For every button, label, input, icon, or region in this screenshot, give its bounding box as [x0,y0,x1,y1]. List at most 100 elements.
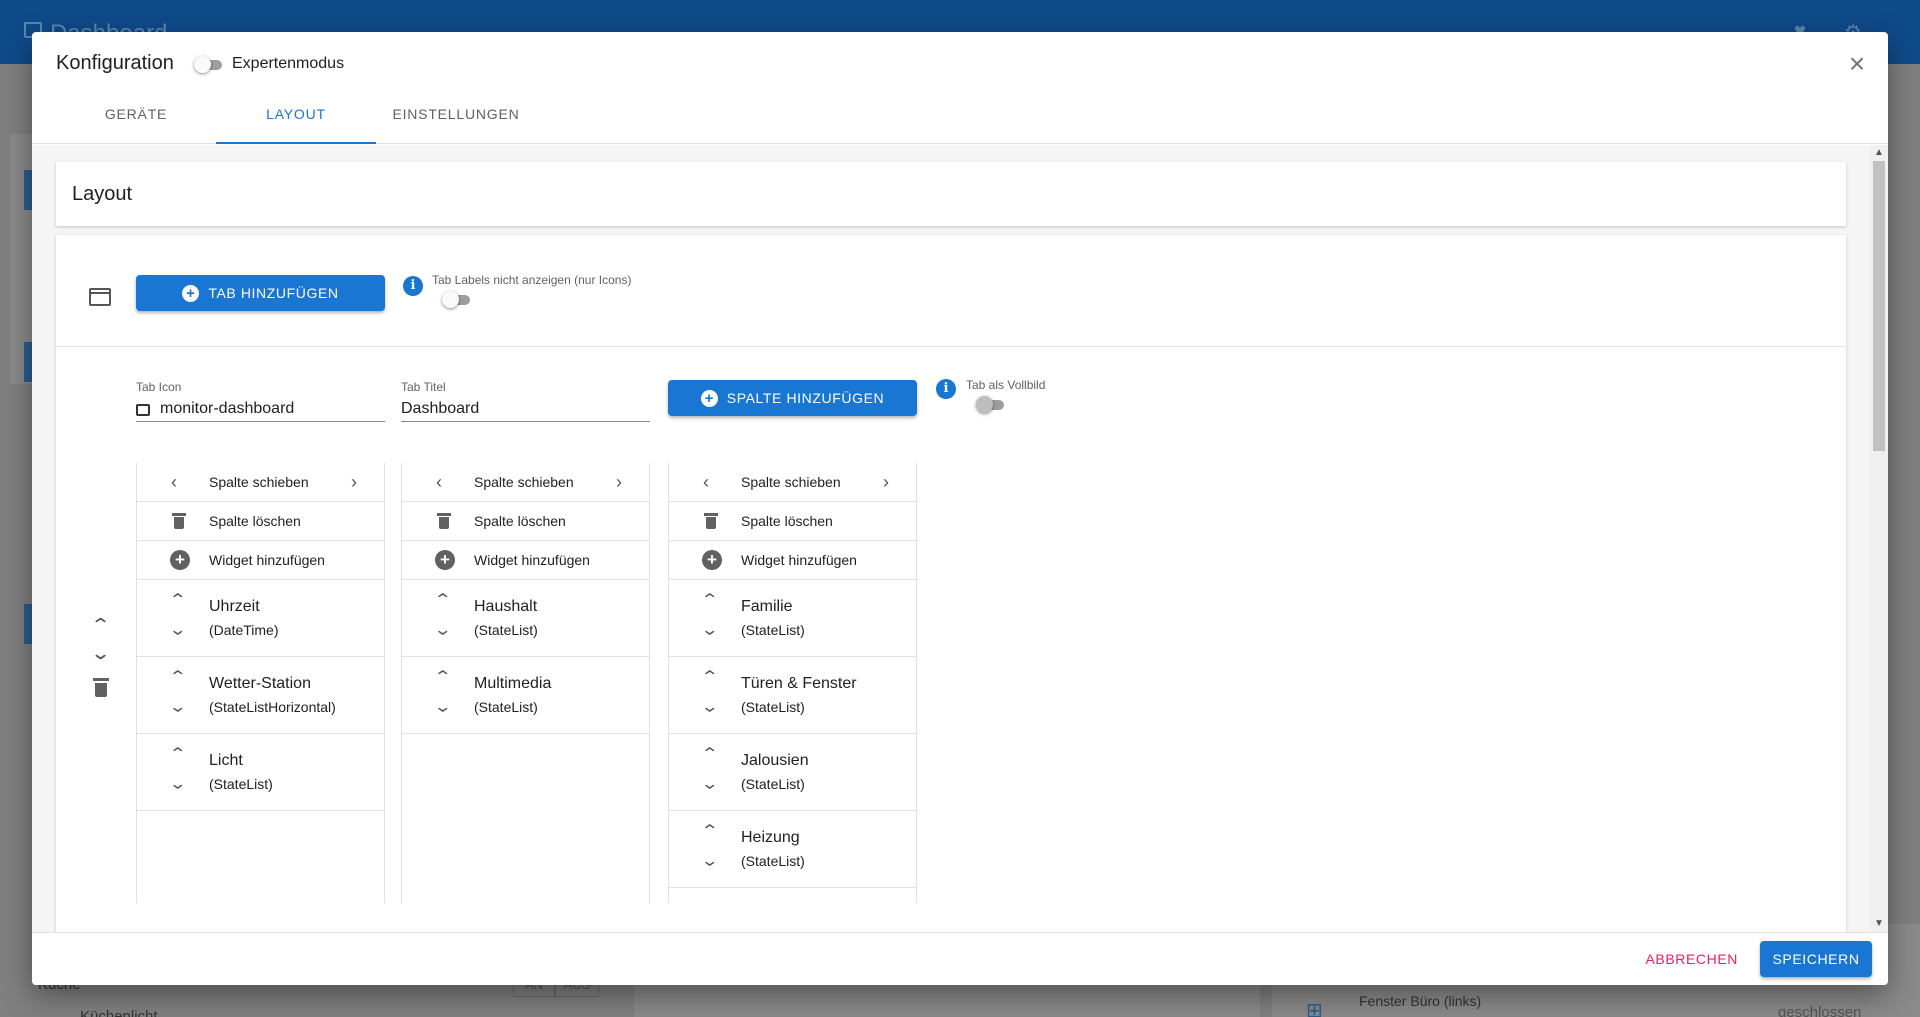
chevron-up-icon[interactable]: ⌃ [433,590,452,610]
add-widget-label: Widget hinzufügen [209,552,325,568]
scroll-up-icon[interactable]: ▲ [1870,145,1888,161]
column-move-label: Spalte schieben [209,474,309,490]
expert-mode-label: Expertenmodus [232,55,345,72]
widget-item[interactable]: ⌃ ⌃ Türen & Fenster (StateList) [669,657,916,734]
info-icon[interactable]: i [936,379,956,399]
chevron-down-icon[interactable]: ⌃ [168,618,187,638]
column-move-row: ‹ Spalte schieben › [669,463,916,502]
section-title: Layout [72,183,133,205]
widget-item[interactable]: ⌃ ⌃ Multimedia (StateList) [402,657,649,734]
chevron-down-icon[interactable]: ⌃ [700,772,719,792]
chevron-up-icon[interactable]: ⌃ [700,590,719,610]
chevron-up-icon[interactable]: ⌃ [700,667,719,687]
chevron-up-icon[interactable]: ⌃ [700,744,719,764]
trash-icon [172,513,186,529]
chevron-up-icon[interactable]: ⌃ [168,744,187,764]
add-tab-button[interactable]: + TAB HINZUFÜGEN [136,275,385,311]
chevron-up-icon[interactable]: ⌃ [168,667,187,687]
dialog-scrollbar[interactable]: ▲ ▼ [1870,145,1888,932]
chevron-up-icon[interactable]: ⌃ [433,667,452,687]
chevron-down-icon[interactable]: ⌃ [700,849,719,869]
widget-item[interactable]: ⌃ ⌃ Wetter-Station (StateListHorizontal) [137,657,384,734]
chevron-left-icon[interactable]: ‹ [703,472,709,493]
column-move-label: Spalte schieben [741,474,841,490]
tab-geraete[interactable]: GERÄTE [56,92,216,144]
column-delete-row[interactable]: Spalte löschen [137,502,384,541]
tab-einstellungen[interactable]: EINSTELLUNGEN [376,92,536,144]
widget-item[interactable]: ⌃ ⌃ Jalousien (StateList) [669,734,916,811]
widget-item[interactable]: ⌃ ⌃ Familie (StateList) [669,580,916,657]
trash-icon [437,513,451,529]
trash-lid [437,513,451,516]
widget-type: (DateTime) [209,622,279,638]
add-column-button[interactable]: + SPALTE HINZUFÜGEN [668,380,917,416]
plus-circle-icon: + [182,284,200,302]
expert-mode-toggle[interactable]: Expertenmodus [194,54,344,74]
widget-type: (StateListHorizontal) [209,699,336,715]
trash-icon [704,513,718,529]
column-move-label: Spalte schieben [474,474,574,490]
tab-title-value[interactable]: Dashboard [401,400,479,418]
trash-lid [704,513,718,516]
scroll-down-icon[interactable]: ▼ [1870,916,1888,932]
widget-name: Licht [209,752,243,769]
tab-icon-field[interactable]: Tab Icon monitor-dashboard [136,380,385,422]
layout-editor-card: + TAB HINZUFÜGEN i Tab Labels nicht anze… [56,235,1846,932]
widget-item[interactable]: ⌃ ⌃ Haushalt (StateList) [402,580,649,657]
row-delete-icon[interactable] [93,678,109,698]
tab-icon [89,288,111,306]
monitor-dashboard-icon [136,404,150,416]
widget-type: (StateList) [741,853,805,869]
column-delete-label: Spalte löschen [741,513,833,529]
dialog-header: Konfiguration Expertenmodus × GERÄTE LAY… [32,32,1888,144]
info-icon[interactable]: i [403,276,423,296]
tab-icon-value[interactable]: monitor-dashboard [160,400,294,418]
background-kitchen-sub: Küchenlicht [80,1008,158,1017]
scrollbar-thumb[interactable] [1873,161,1885,451]
configuration-dialog: Konfiguration Expertenmodus × GERÄTE LAY… [32,32,1888,985]
widget-item[interactable]: ⌃ ⌃ Heizung (StateList) [669,811,916,888]
column-delete-row[interactable]: Spalte löschen [669,502,916,541]
background-window-status: geschlossen [1778,1004,1862,1017]
save-button[interactable]: SPEICHERN [1760,941,1872,977]
chevron-right-icon[interactable]: › [883,472,889,493]
chevron-down-icon[interactable]: ⌃ [700,695,719,715]
chevron-up-icon[interactable]: ⌃ [168,590,187,610]
close-icon[interactable]: × [1842,50,1872,80]
tab-layout[interactable]: LAYOUT [216,92,376,144]
column-add-widget-row[interactable]: + Widget hinzufügen [137,541,384,580]
chevron-down-icon[interactable]: ⌃ [168,695,187,715]
widget-type: (StateList) [474,622,538,638]
cancel-button[interactable]: ABBRECHEN [1645,941,1738,977]
expert-mode-switch[interactable] [194,54,224,74]
add-widget-label: Widget hinzufügen [474,552,590,568]
chevron-left-icon[interactable]: ‹ [436,472,442,493]
chevron-left-icon[interactable]: ‹ [171,472,177,493]
widget-item[interactable]: ⌃ ⌃ Uhrzeit (DateTime) [137,580,384,657]
chevron-down-icon[interactable]: ⌃ [168,772,187,792]
dialog-title: Konfiguration [56,52,174,74]
row-move-up-icon[interactable]: ⌃ [90,615,111,636]
tab-title-field[interactable]: Tab Titel Dashboard [401,380,650,422]
hide-tab-labels-label: Tab Labels nicht anzeigen (nur Icons) [432,273,632,287]
fullscreen-switch[interactable] [976,394,1006,414]
column-add-widget-row[interactable]: + Widget hinzufügen [402,541,649,580]
widget-name: Familie [741,598,793,615]
hide-tab-labels-switch[interactable] [442,289,472,309]
widget-name: Multimedia [474,675,552,692]
column-delete-row[interactable]: Spalte löschen [402,502,649,541]
widget-name: Uhrzeit [209,598,260,615]
chevron-up-icon[interactable]: ⌃ [700,821,719,841]
chevron-right-icon[interactable]: › [351,472,357,493]
chevron-down-icon[interactable]: ⌃ [700,618,719,638]
chevron-right-icon[interactable]: › [616,472,622,493]
column-add-widget-row[interactable]: + Widget hinzufügen [669,541,916,580]
tab-bar: GERÄTE LAYOUT EINSTELLUNGEN [56,92,536,144]
row-move-down-icon[interactable]: ⌃ [90,641,111,662]
chevron-down-icon[interactable]: ⌃ [433,618,452,638]
trash-can [706,517,716,529]
layout-section-header: Layout [56,162,1846,226]
layout-column: ‹ Spalte schieben › Spalte löschen + Wid… [136,463,385,903]
widget-item[interactable]: ⌃ ⌃ Licht (StateList) [137,734,384,811]
chevron-down-icon[interactable]: ⌃ [433,695,452,715]
